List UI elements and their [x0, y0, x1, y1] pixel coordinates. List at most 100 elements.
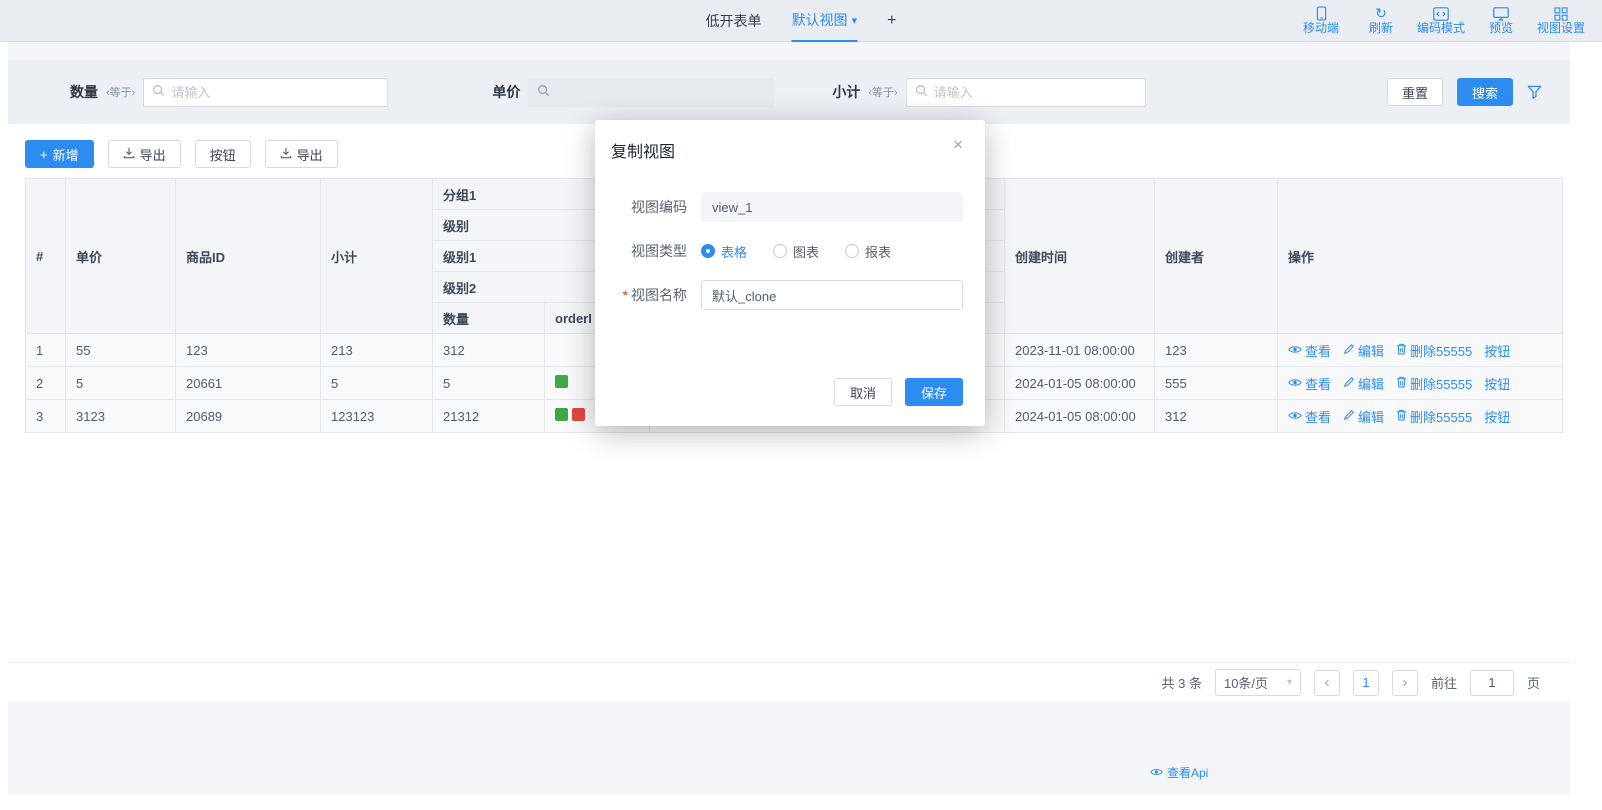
eye-icon — [1150, 766, 1163, 780]
prev-page-button[interactable]: ‹ — [1314, 670, 1340, 696]
chevron-down-icon: ▾ — [1287, 677, 1292, 688]
trash-icon — [1396, 409, 1407, 424]
export-button-label: 导出 — [140, 145, 166, 164]
cell-product-id: 123 — [176, 334, 321, 367]
view-link[interactable]: 查看 — [1288, 374, 1331, 393]
trash-icon — [1396, 376, 1407, 391]
filter-operator-quantity[interactable]: ‹等于› — [106, 84, 135, 100]
plus-icon: + — [40, 147, 48, 162]
dialog-footer: 取消 保存 — [834, 378, 963, 406]
filter-field-subtotal: 小计 ‹等于› — [832, 78, 1145, 107]
topbar-action-code-mode[interactable]: 编码模式 — [1414, 6, 1468, 35]
topbar-action-mobile[interactable]: 移动端 — [1294, 6, 1348, 35]
edit-link[interactable]: 编辑 — [1343, 407, 1384, 426]
radio-chart-label: 图表 — [793, 242, 819, 261]
cell-index: 1 — [26, 334, 66, 367]
code-mode-icon — [1433, 6, 1449, 21]
edit-link[interactable]: 编辑 — [1343, 341, 1384, 360]
delete-link[interactable]: 删除55555 — [1396, 407, 1472, 426]
add-button[interactable]: + 新增 — [25, 140, 94, 168]
cell-subtotal: 213 — [321, 334, 433, 367]
delete-link[interactable]: 删除55555 — [1396, 374, 1472, 393]
required-asterisk: * — [623, 287, 628, 303]
save-button[interactable]: 保存 — [905, 378, 963, 406]
delete-link[interactable]: 删除55555 — [1396, 341, 1472, 360]
goto-page-input[interactable] — [1470, 670, 1514, 696]
filter-operator-subtotal[interactable]: ‹等于› — [868, 84, 897, 100]
cancel-button[interactable]: 取消 — [834, 378, 892, 406]
add-view-tab-button[interactable]: + — [887, 0, 896, 42]
view-name-label-text: 视图名称 — [631, 287, 687, 303]
export-button-label: 导出 — [297, 145, 323, 164]
filter-label-quantity: 数量 — [70, 82, 98, 102]
tab-low-code-form[interactable]: 低开表单 — [706, 0, 762, 42]
total-count: 共 3 条 — [1162, 673, 1202, 692]
radio-chart[interactable]: 图表 — [773, 242, 819, 261]
subtotal-filter-input[interactable] — [906, 78, 1146, 107]
view-tabs: 低开表单 默认视图 ▾ + — [706, 0, 897, 42]
search-icon — [152, 84, 165, 100]
topbar-action-preview[interactable]: 预览 — [1474, 6, 1528, 35]
edit-link[interactable]: 编辑 — [1343, 374, 1384, 393]
col-header-index: # — [26, 179, 66, 334]
col-header-created-at: 创建时间 — [1005, 179, 1155, 334]
tab-default-view[interactable]: 默认视图 ▾ — [792, 0, 858, 42]
subtotal-filter-text[interactable] — [934, 85, 1137, 100]
preview-icon — [1493, 6, 1509, 21]
delete-link-label: 删除55555 — [1410, 407, 1472, 426]
cell-index: 2 — [26, 367, 66, 400]
cell-subtotal: 123123 — [321, 400, 433, 433]
row-button-link[interactable]: 按钮 — [1484, 374, 1510, 393]
file-thumb-red-icon[interactable] — [572, 408, 585, 421]
file-thumb-green-icon[interactable] — [555, 408, 568, 421]
filter-funnel-icon[interactable] — [1527, 85, 1542, 99]
cell-created-at: 2024-01-05 08:00:00 — [1005, 367, 1155, 400]
cell-price: 3123 — [66, 400, 176, 433]
export-button-1[interactable]: 导出 — [108, 140, 181, 168]
export-button-2[interactable]: 导出 — [265, 140, 338, 168]
reset-button[interactable]: 重置 — [1387, 78, 1443, 106]
view-api-link[interactable]: 查看Api — [1150, 764, 1208, 781]
cell-product-id: 20661 — [176, 367, 321, 400]
topbar-action-view-settings[interactable]: 视图设置 — [1534, 6, 1588, 35]
col-header-product-id: 商品ID — [176, 179, 321, 334]
col-header-price: 单价 — [66, 179, 176, 334]
view-name-label: *视图名称 — [609, 285, 687, 305]
page-number-button[interactable]: 1 — [1353, 670, 1379, 696]
row-button-link[interactable]: 按钮 — [1484, 341, 1510, 360]
search-button[interactable]: 搜索 — [1457, 78, 1513, 106]
quantity-filter-input[interactable] — [143, 78, 388, 107]
view-code-input[interactable] — [701, 192, 963, 222]
file-thumb-green-icon[interactable] — [555, 375, 568, 388]
quantity-filter-text[interactable] — [171, 85, 379, 100]
search-icon — [915, 84, 928, 100]
view-link[interactable]: 查看 — [1288, 341, 1331, 360]
cell-created-at: 2024-01-05 08:00:00 — [1005, 400, 1155, 433]
price-filter-input[interactable] — [528, 78, 774, 107]
next-page-button[interactable]: › — [1392, 670, 1418, 696]
pencil-icon — [1343, 376, 1355, 391]
radio-report[interactable]: 报表 — [845, 242, 891, 261]
filter-field-quantity: 数量 ‹等于› — [70, 78, 388, 107]
dialog-title: 复制视图 — [611, 144, 675, 161]
col-header-creator: 创建者 — [1155, 179, 1278, 334]
price-filter-text[interactable] — [556, 85, 765, 100]
col-header-actions: 操作 — [1278, 179, 1563, 334]
view-link[interactable]: 查看 — [1288, 407, 1331, 426]
cell-qty: 5 — [433, 367, 545, 400]
goto-label: 前往 — [1431, 673, 1457, 692]
filter-panel: 数量 ‹等于› 单价 小计 ‹等于› 重置 搜索 — [8, 60, 1570, 124]
download-icon — [280, 147, 292, 162]
pencil-icon — [1343, 409, 1355, 424]
view-name-input[interactable] — [701, 280, 963, 310]
row-button-link[interactable]: 按钮 — [1484, 407, 1510, 426]
cell-actions: 查看 编辑 删除55555 按钮 — [1278, 400, 1563, 433]
page-size-select[interactable]: 10条/页 ▾ — [1215, 669, 1301, 696]
filter-label-price: 单价 — [492, 82, 520, 102]
pagination: 共 3 条 10条/页 ▾ ‹ 1 › 前往 页 — [8, 662, 1570, 702]
custom-button[interactable]: 按钮 — [195, 140, 251, 168]
close-icon[interactable]: × — [953, 136, 963, 153]
dialog-body: 视图编码 视图类型 表格 图表 报表 *视图名称 — [595, 162, 985, 310]
radio-table[interactable]: 表格 — [701, 242, 747, 261]
topbar-action-refresh[interactable]: ↻ 刷新 — [1354, 6, 1408, 35]
